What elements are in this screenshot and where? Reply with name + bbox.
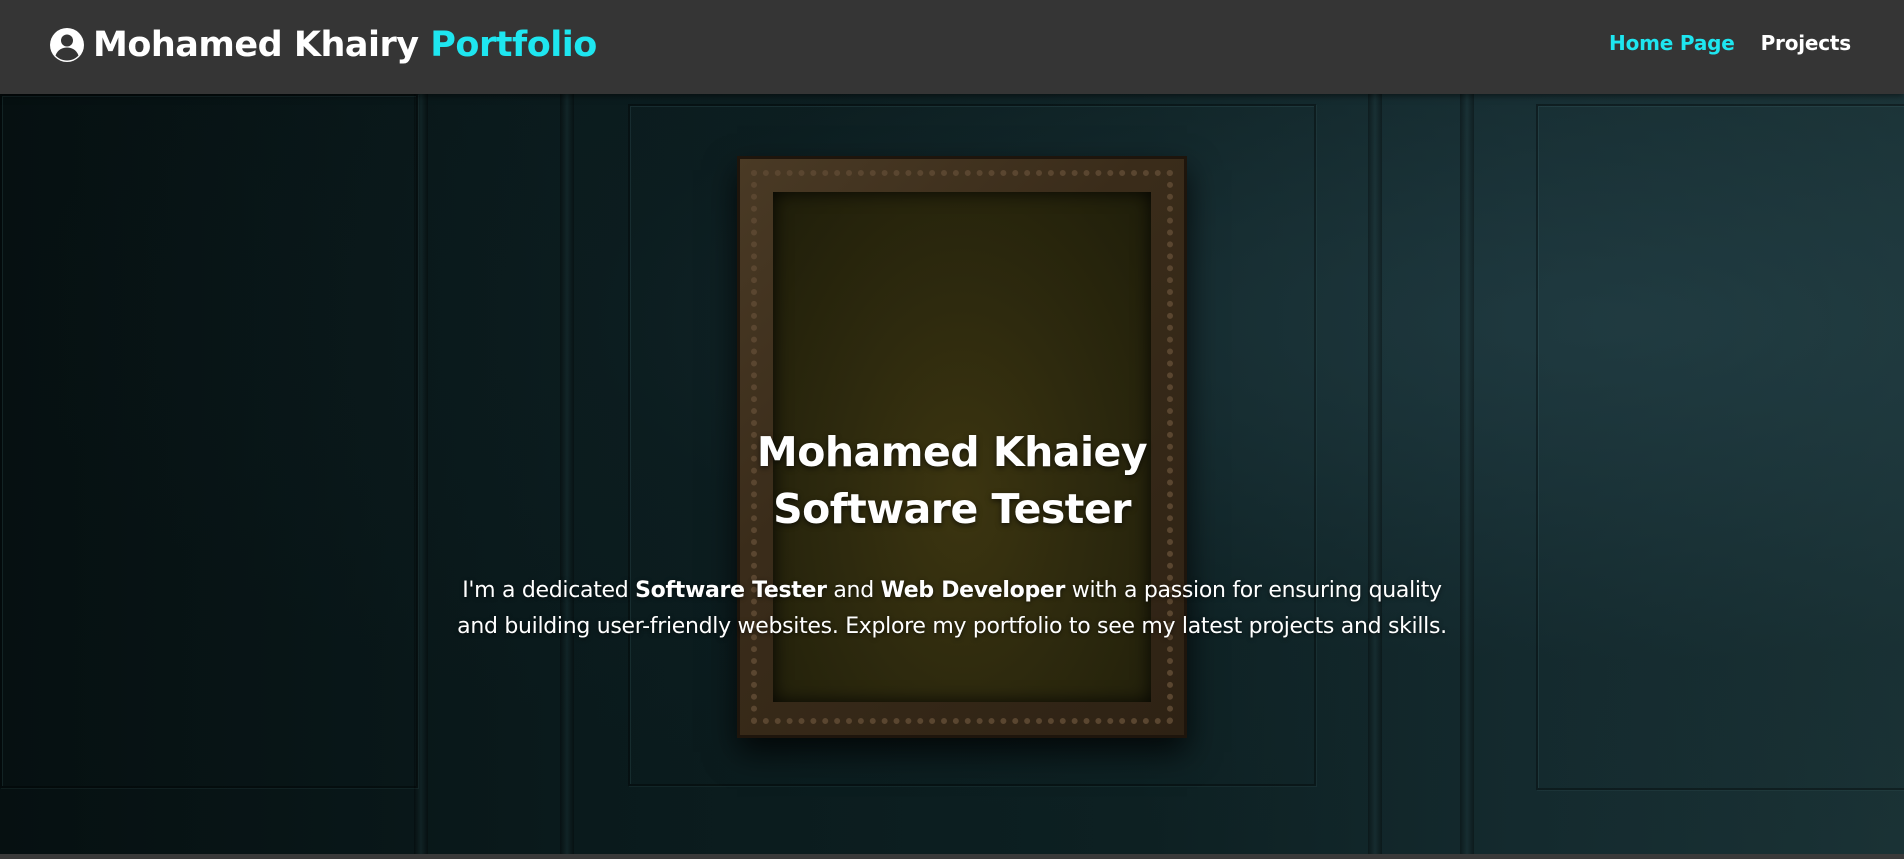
hero-title-name: Mohamed Khaiey bbox=[756, 428, 1148, 476]
hero-desc-highlight-tester: Software Tester bbox=[635, 578, 827, 603]
hero-content: Mohamed Khaiey Software Tester I'm a ded… bbox=[452, 424, 1452, 645]
nav-link-projects[interactable]: Projects bbox=[1761, 31, 1852, 55]
brand-link[interactable]: Mohamed Khairy Portfolio bbox=[49, 22, 597, 68]
hero-section: Mohamed Khaiey Software Tester I'm a ded… bbox=[0, 94, 1904, 854]
hero-title: Mohamed Khaiey Software Tester bbox=[452, 424, 1452, 538]
brand-title: Mohamed Khairy Portfolio bbox=[93, 25, 597, 65]
wall-panel bbox=[0, 94, 418, 788]
navbar: Mohamed Khairy Portfolio Home Page Proje… bbox=[0, 0, 1904, 94]
wall-panel bbox=[1536, 104, 1904, 790]
hero-desc-highlight-developer: Web Developer bbox=[880, 578, 1066, 603]
hero-description: I'm a dedicated Software Tester and Web … bbox=[452, 573, 1452, 645]
hero-desc-text: and bbox=[826, 578, 881, 603]
hero-title-role: Software Tester bbox=[773, 485, 1131, 533]
bottom-border bbox=[0, 854, 1904, 859]
wall-rail bbox=[1460, 94, 1474, 854]
nav-links: Home Page Projects bbox=[1609, 31, 1851, 55]
nav-link-home-page[interactable]: Home Page bbox=[1609, 31, 1735, 55]
hero-desc-text: I'm a dedicated bbox=[462, 578, 636, 603]
brand-name: Mohamed Khairy bbox=[93, 25, 419, 65]
brand-accent: Portfolio bbox=[430, 25, 597, 65]
user-circle-icon bbox=[49, 27, 85, 63]
